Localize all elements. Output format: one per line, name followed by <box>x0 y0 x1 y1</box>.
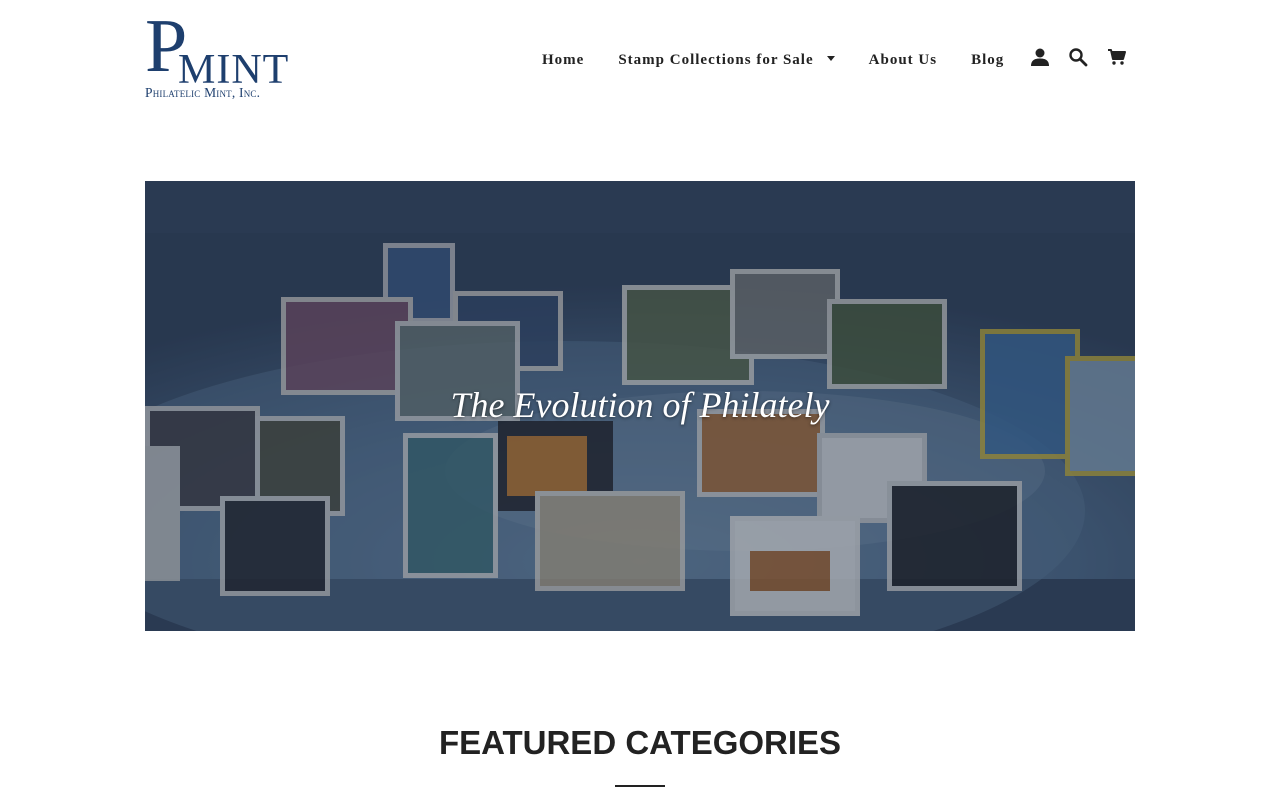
main-nav: Home Stamp Collections for Sale About Us… <box>525 46 1021 74</box>
cart-icon[interactable] <box>1106 46 1128 68</box>
account-icon[interactable] <box>1029 46 1051 68</box>
nav-blog[interactable]: Blog <box>954 52 1021 69</box>
nav-stamp-collections[interactable]: Stamp Collections for Sale <box>601 52 851 69</box>
logo-subtitle: Philatelic Mint, Inc. <box>145 85 261 100</box>
nav-about-us-label: About Us <box>868 51 938 68</box>
nav-home[interactable]: Home <box>525 52 601 69</box>
site-header: P MINT Philatelic Mint, Inc. Home Stamp … <box>0 0 1280 120</box>
featured-categories-heading: FEATURED CATEGORIES <box>438 724 842 761</box>
nav-blog-label: Blog <box>971 51 1005 68</box>
nav-about-us[interactable]: About Us <box>852 52 954 69</box>
nav-stamp-collections-label: Stamp Collections for Sale <box>618 51 814 68</box>
site-logo[interactable]: P MINT Philatelic Mint, Inc. <box>145 8 295 102</box>
nav-home-label: Home <box>542 51 585 68</box>
heading-divider <box>615 785 665 787</box>
hero-banner[interactable]: The Evolution of Philately <box>145 181 1135 631</box>
chevron-down-icon <box>826 55 835 61</box>
hero-title: The Evolution of Philately <box>450 385 830 425</box>
search-icon[interactable] <box>1067 46 1089 68</box>
